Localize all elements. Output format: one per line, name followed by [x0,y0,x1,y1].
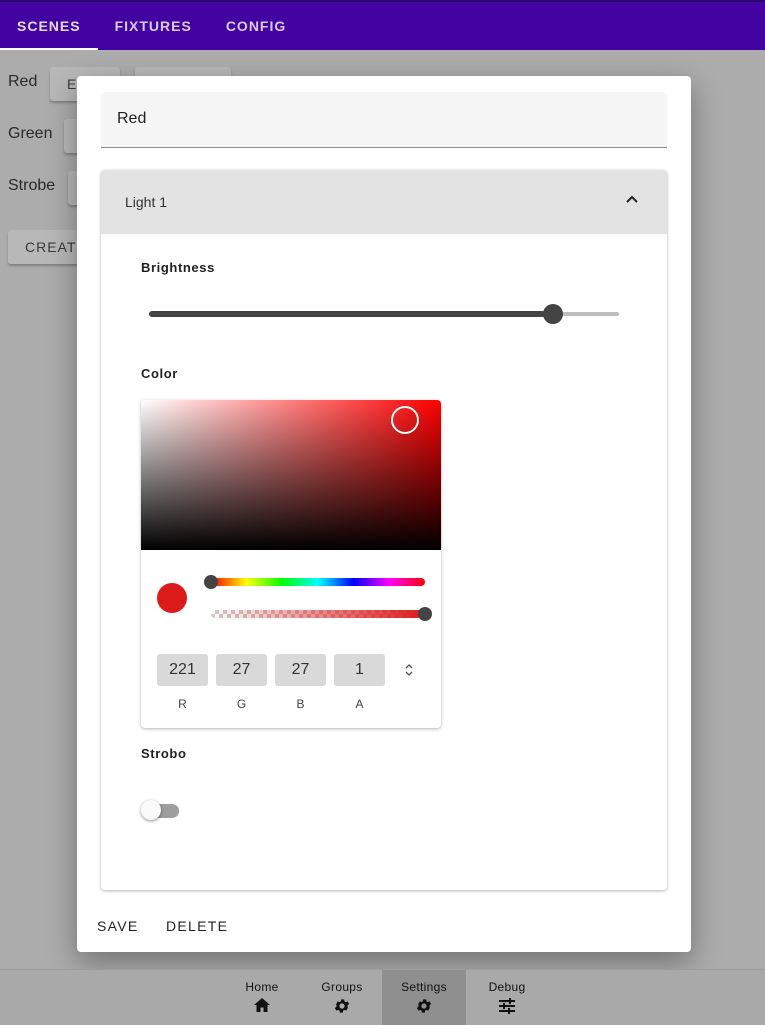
fixture-panel-header[interactable]: Light 1 [101,170,667,234]
blue-channel-input[interactable]: 27 [275,654,326,686]
top-app-bar: SCENES FIXTURES CONFIG [0,0,765,50]
fixture-panel-title: Light 1 [125,194,168,210]
nav-groups[interactable]: Groups [300,970,384,1025]
gear-icon [416,999,432,1013]
nav-home[interactable]: Home [220,970,304,1025]
bottom-navigation: Home Groups Settings Debug [0,969,765,1025]
blue-channel-label: B [296,697,305,711]
create-scene-button[interactable]: CREAT [8,230,84,264]
color-picker: 221 27 27 1 R G B A [141,400,441,728]
scene-name-green: Green [8,125,53,142]
alpha-channel-input[interactable]: 1 [334,654,385,686]
nav-debug[interactable]: Debug [465,970,549,1025]
alpha-channel-label: A [355,697,364,711]
nav-debug-label: Debug [488,980,526,994]
hue-slider[interactable] [204,575,425,589]
switch-thumb[interactable] [141,800,161,820]
strobo-label: Strobo [141,746,187,761]
tab-fixtures[interactable]: FIXTURES [98,2,209,50]
hue-slider-thumb[interactable] [204,575,218,589]
alpha-slider[interactable] [211,607,432,621]
alpha-slider-thumb[interactable] [418,607,432,621]
tab-scenes[interactable]: SCENES [0,2,98,50]
nav-settings[interactable]: Settings [382,970,466,1025]
slider-thumb[interactable] [543,304,563,324]
nav-home-label: Home [245,980,279,994]
brightness-slider[interactable] [149,304,619,324]
color-preview-swatch [157,583,187,613]
save-button[interactable]: SAVE [97,918,139,934]
slider-fill [149,311,553,317]
green-channel-label: G [236,697,247,711]
scene-name-strobe: Strobe [8,177,56,194]
nav-settings-label: Settings [401,980,447,994]
scene-edit-dialog: Light 1 Brightness Color 221 27 [77,76,691,952]
scene-name-input[interactable] [117,110,637,128]
scene-name-field[interactable] [101,92,667,148]
red-channel-label: R [178,697,187,711]
strobo-switch[interactable] [141,798,181,822]
fixture-panel: Light 1 Brightness Color 221 27 27 1 R G… [101,170,667,890]
tune-icon [499,998,515,1014]
gear-icon [334,999,350,1013]
home-icon [254,998,270,1012]
unfold-more-icon[interactable] [403,662,415,678]
chevron-up-icon[interactable] [625,192,639,206]
green-channel-input[interactable]: 27 [216,654,267,686]
saturation-value-canvas[interactable] [141,400,441,550]
color-label: Color [141,366,178,381]
scene-name-red: Red [8,73,38,90]
tab-config[interactable]: CONFIG [209,2,303,50]
nav-groups-label: Groups [321,980,363,994]
red-channel-input[interactable]: 221 [157,654,208,686]
delete-button[interactable]: DELETE [166,918,228,934]
color-cursor[interactable] [391,406,419,434]
brightness-label: Brightness [141,260,215,275]
